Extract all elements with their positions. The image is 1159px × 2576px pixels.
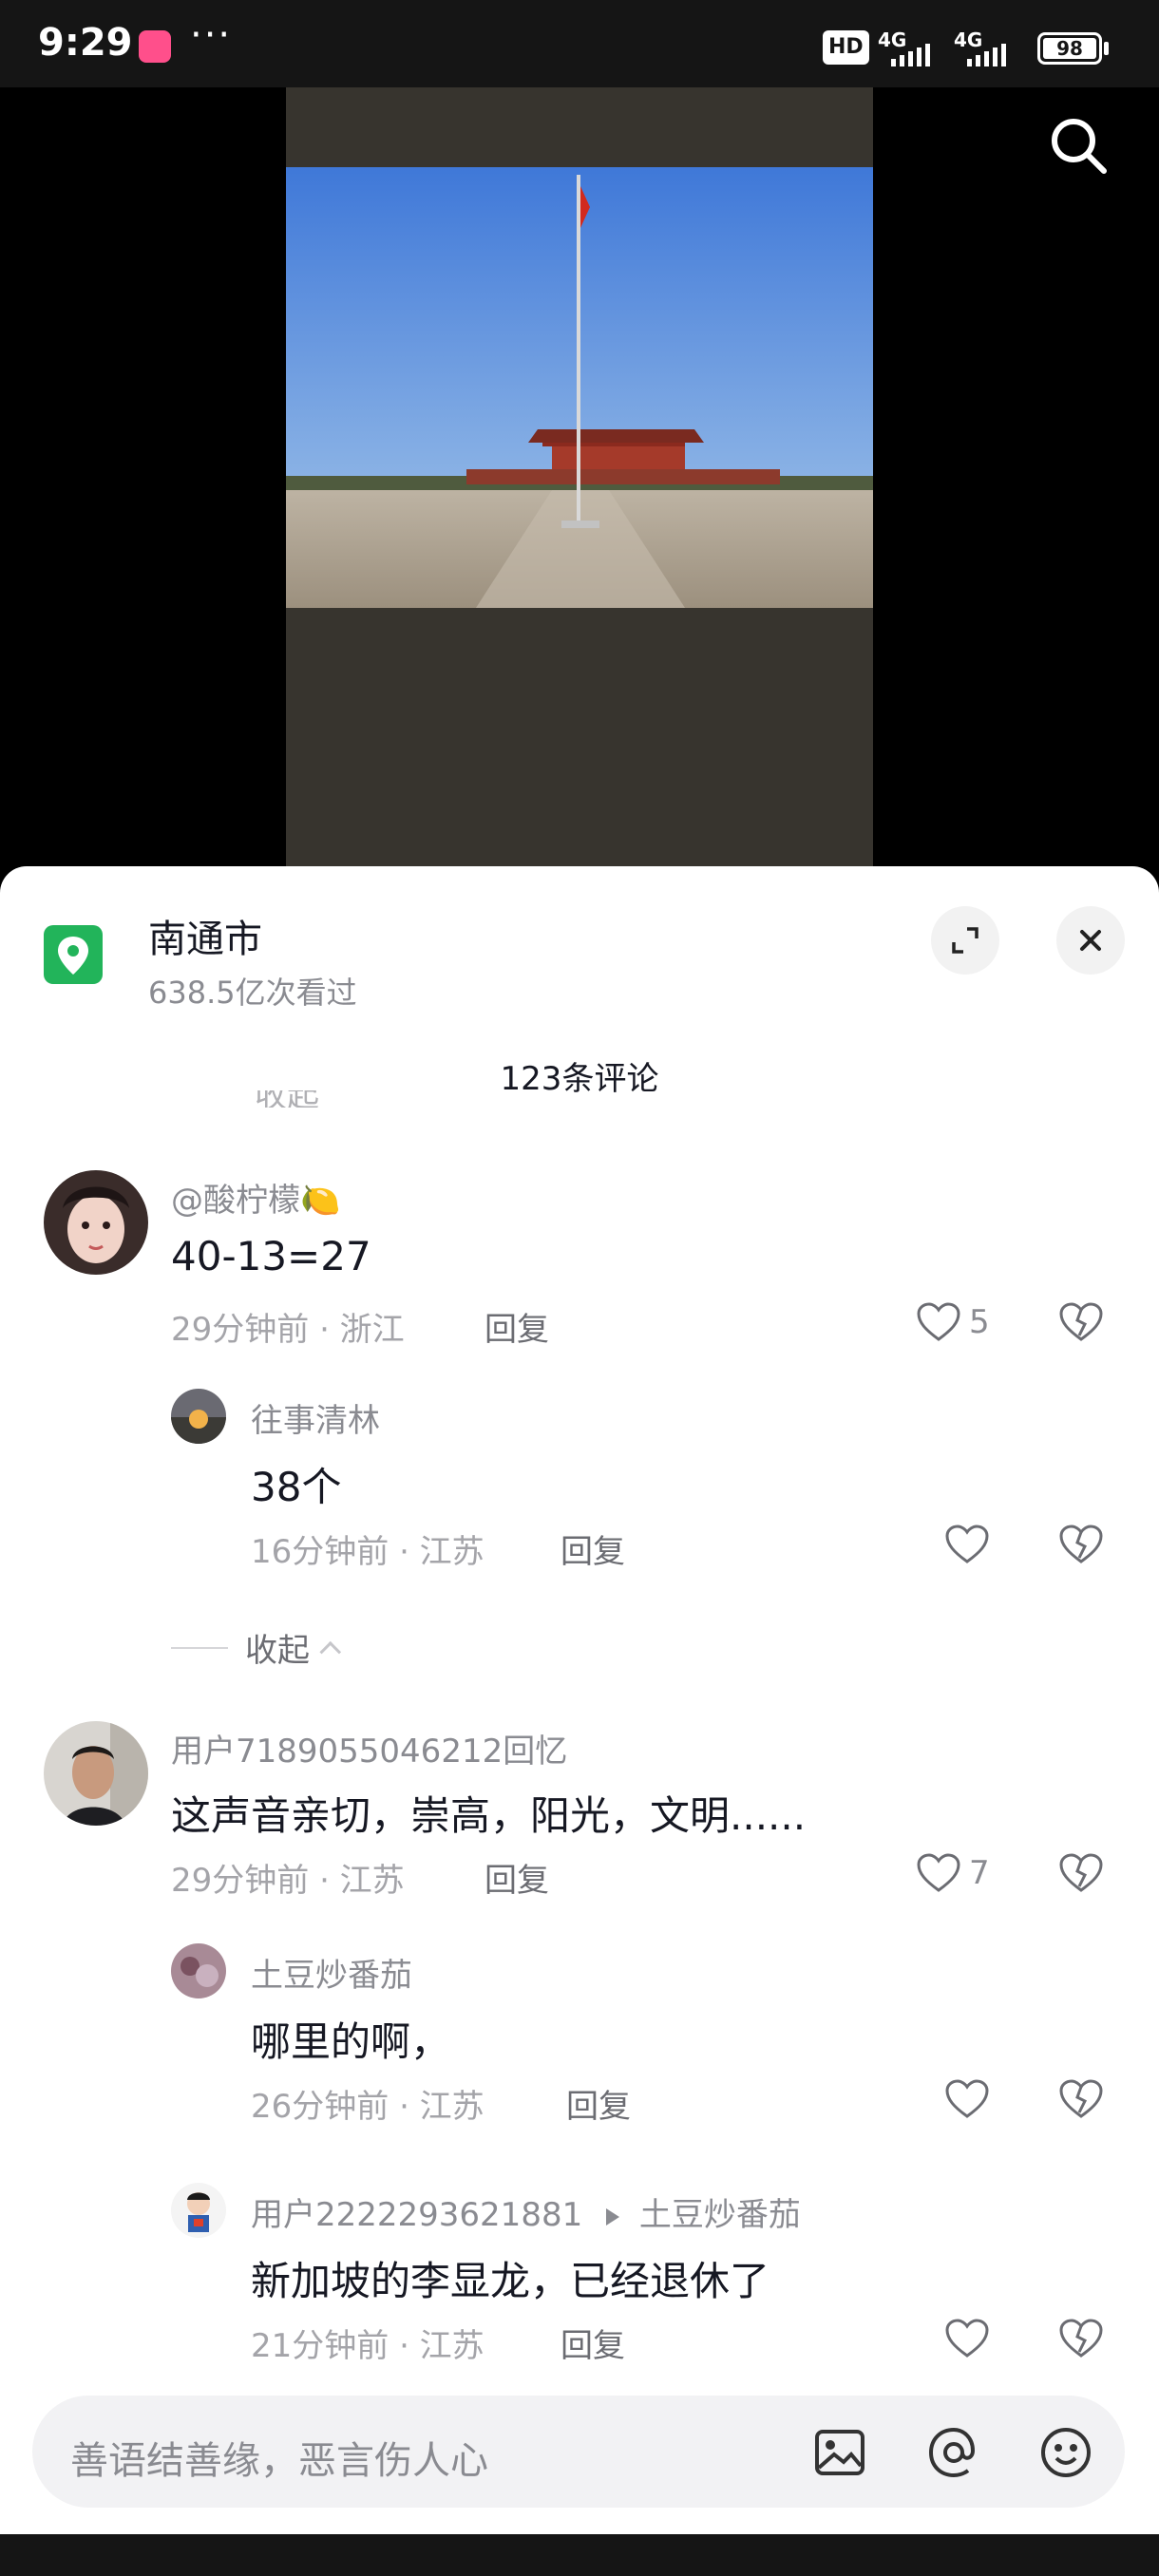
reply-meta: 26分钟前 · 江苏 xyxy=(251,2088,484,2126)
clipped-text-peek: 收起 xyxy=(255,1090,331,1108)
comment-count: 123条评论 xyxy=(500,1060,659,1098)
emoji-icon xyxy=(1041,2428,1091,2477)
square-flagpole-image xyxy=(286,167,873,608)
like-button[interactable]: 7 xyxy=(916,1852,990,1894)
mention-button[interactable] xyxy=(925,2424,982,2481)
like-button[interactable]: 5 xyxy=(916,1301,990,1343)
image-button[interactable] xyxy=(811,2424,868,2481)
location-name[interactable]: 南通市 xyxy=(148,908,262,963)
dislike-button[interactable] xyxy=(1058,2318,1104,2363)
video-photo xyxy=(286,167,873,608)
reply-meta: 21分钟前 · 江苏 xyxy=(251,2327,484,2365)
at-icon xyxy=(928,2427,976,2478)
heart-icon xyxy=(945,2319,989,2358)
search-button[interactable] xyxy=(1045,112,1113,180)
dislike-button[interactable] xyxy=(1058,1301,1104,1347)
broken-heart-icon xyxy=(1059,2079,1103,2118)
emoji-button[interactable] xyxy=(1037,2424,1094,2481)
avatar[interactable] xyxy=(171,2183,226,2238)
battery-tip xyxy=(1104,42,1109,55)
close-button[interactable] xyxy=(1056,906,1125,975)
status-more-indicator: ··· xyxy=(190,13,233,57)
comment-input-placeholder: 善语结善缘，恶言伤人心 xyxy=(70,2439,488,2483)
play-triangle-icon xyxy=(606,2208,620,2226)
divider xyxy=(171,1646,228,1649)
search-icon xyxy=(1052,119,1107,174)
comment-meta: 29分钟前 · 江苏 xyxy=(171,1862,405,1900)
collapse-replies-button[interactable]: 收起 xyxy=(171,1624,342,1671)
reply-text[interactable]: 新加坡的李显龙，已经退休了 xyxy=(251,2249,770,2307)
reply-button[interactable]: 回复 xyxy=(560,1525,625,1572)
reply-button[interactable]: 回复 xyxy=(484,1854,549,1901)
broken-heart-icon xyxy=(1059,2319,1103,2358)
status-bar: 9:29 ··· HD 4G 4G 98 xyxy=(0,0,1159,87)
broken-heart-icon xyxy=(1059,1525,1103,1563)
reply-username[interactable]: 土豆炒番茄 xyxy=(251,1949,412,1996)
reply-username[interactable]: 往事清林 xyxy=(251,1394,380,1441)
comment-text[interactable]: 40-13=27 xyxy=(171,1233,371,1279)
location-pin-icon[interactable] xyxy=(44,925,103,984)
heart-icon xyxy=(945,2079,989,2118)
like-button[interactable] xyxy=(944,2078,990,2120)
close-icon xyxy=(1080,930,1101,951)
image-icon xyxy=(815,2430,864,2475)
reply-text[interactable]: 38个 xyxy=(251,1455,341,1513)
reply-username-text[interactable]: 用户2222293621881 xyxy=(251,2196,582,2234)
status-time: 9:29 xyxy=(38,21,133,65)
app-notification-icon xyxy=(139,30,171,63)
avatar[interactable] xyxy=(171,1389,226,1444)
comment-meta: 29分钟前 · 浙江 xyxy=(171,1311,405,1349)
broken-heart-icon xyxy=(1059,1853,1103,1892)
location-views: 638.5亿次看过 xyxy=(148,975,357,1011)
dislike-button[interactable] xyxy=(1058,1524,1104,1569)
reply-button[interactable]: 回复 xyxy=(484,1303,549,1350)
battery-level: 98 xyxy=(1043,38,1096,59)
avatar[interactable] xyxy=(44,1721,148,1826)
like-button[interactable] xyxy=(944,2318,990,2359)
dislike-button[interactable] xyxy=(1058,1852,1104,1898)
like-count: 7 xyxy=(969,1854,990,1892)
reply-text[interactable]: 哪里的啊， xyxy=(251,2010,450,2068)
comment-text[interactable]: 这声音亲切，崇高，阳光，文明...... xyxy=(171,1784,806,1842)
reply-meta: 16分钟前 · 江苏 xyxy=(251,1533,484,1571)
collapse-label: 收起 xyxy=(245,1632,310,1670)
battery-icon: 98 xyxy=(1037,32,1102,65)
avatar[interactable] xyxy=(171,1943,226,1998)
heart-icon xyxy=(917,1853,960,1892)
avatar[interactable] xyxy=(44,1170,148,1275)
expand-icon xyxy=(952,927,978,954)
hd-voice-icon: HD xyxy=(823,30,869,65)
comment-input[interactable]: 善语结善缘，恶言伤人心 xyxy=(32,2396,1125,2508)
reply-username[interactable]: 用户2222293621881 土豆炒番茄 xyxy=(251,2188,801,2235)
expand-button[interactable] xyxy=(931,906,999,975)
heart-icon xyxy=(917,1302,960,1341)
comment-username[interactable]: @酸柠檬🍋 xyxy=(171,1174,340,1221)
comment-username[interactable]: 用户7189055046212回忆 xyxy=(171,1725,567,1771)
heart-icon xyxy=(945,1525,989,1563)
comment-panel: 南通市 638.5亿次看过 123条评论 收起 @酸柠檬🍋 40-13=27 2… xyxy=(0,866,1159,2576)
dislike-button[interactable] xyxy=(1058,2078,1104,2124)
like-button[interactable] xyxy=(944,1524,990,1565)
reply-button[interactable]: 回复 xyxy=(560,2320,625,2366)
like-count: 5 xyxy=(969,1303,990,1341)
broken-heart-icon xyxy=(1059,1302,1103,1341)
reply-to-username[interactable]: 土豆炒番茄 xyxy=(639,2196,801,2234)
chevron-up-icon xyxy=(319,1640,342,1663)
reply-button[interactable]: 回复 xyxy=(566,2080,631,2127)
navigation-bar xyxy=(0,2534,1159,2576)
